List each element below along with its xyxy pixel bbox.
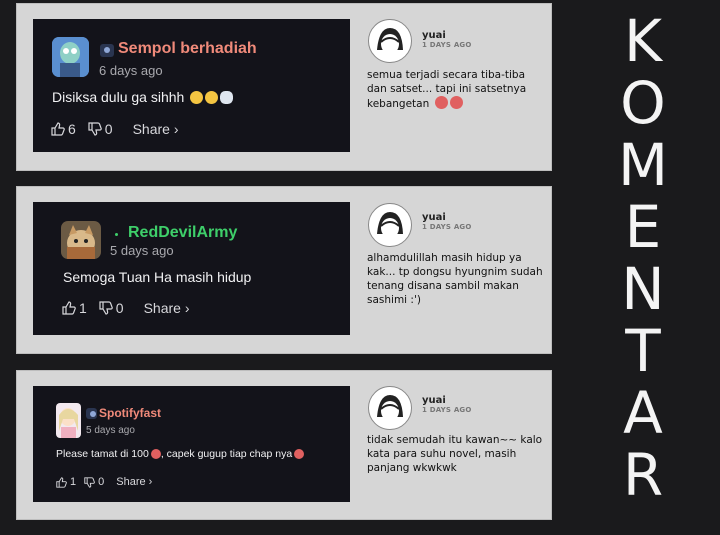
timestamp: 5 days ago [86,425,135,436]
sleepy-emoji-icon [190,91,204,104]
comment-panel-2: RedDevilArmy 5 days ago Semoga Tuan Ha m… [16,186,552,354]
dislike-count: 0 [98,476,105,488]
comment-card: Spotifyfast 5 days ago Please tamat di 1… [33,386,350,502]
crying-emoji-icon [449,96,463,109]
thumbs-down-icon [88,122,102,136]
side-title-letter: M [617,131,669,199]
comment-text-content: Disiksa dulu ga sihhh [52,89,185,105]
side-title-letter: N [621,255,665,323]
like-button[interactable]: 1 [62,300,87,316]
like-button[interactable]: 6 [51,121,76,137]
side-title-letter: E [624,193,662,261]
crying-emoji-icon [294,449,305,459]
thumbs-up-icon [62,301,76,315]
comment-text-content: Please tamat di 100 [56,448,149,460]
user-badge [86,408,97,419]
dislike-button[interactable]: 0 [88,121,113,137]
avatar[interactable] [52,37,89,77]
user-badge-dot [115,233,118,236]
comment-text: Disiksa dulu ga sihhh [52,89,234,105]
share-button[interactable]: Share › [133,121,179,137]
side-title-letter: T [625,317,661,385]
avatar[interactable] [56,403,81,438]
comment-actions: 1 0 Share › [62,300,190,316]
like-count: 1 [70,476,77,488]
reply-avatar[interactable] [368,386,412,430]
dash-emoji-icon [220,91,234,104]
avatar-image [377,395,403,421]
thumbs-up-icon [56,476,67,488]
comment-actions: 6 0 Share › [51,121,179,137]
surprised-emoji-icon [205,91,219,104]
reply-timestamp: 1 DAYS AGO [422,223,472,231]
comment-text-continued: , capek gugup tiap chap nya [160,448,293,460]
comment-text-content: Semoga Tuan Ha masih hidup [63,269,252,285]
like-count: 6 [68,121,76,137]
author-name[interactable]: Spotifyfast [99,406,161,420]
comment-card: Sempol berhadiah 6 days ago Disiksa dulu… [33,19,350,152]
dislike-button[interactable]: 0 [84,476,104,488]
avatar-image [377,28,403,54]
avatar-image [61,221,101,259]
avatar-image [377,212,403,238]
reply-text: semua terjadi secara tiba-tiba dan satse… [367,68,547,111]
comment-panel-1: Sempol berhadiah 6 days ago Disiksa dulu… [16,3,552,171]
like-count: 1 [79,300,87,316]
avatar-image [52,37,89,77]
side-title-letter: R [622,441,664,509]
crying-emoji-icon [434,96,448,109]
dislike-button[interactable]: 0 [99,300,124,316]
crying-emoji-icon [150,449,161,459]
thumbs-down-icon [84,476,95,488]
side-title-letter: K [623,7,663,75]
author-name[interactable]: RedDevilArmy [128,224,237,242]
like-button[interactable]: 1 [56,476,76,488]
timestamp: 6 days ago [99,63,163,78]
reply-author-name[interactable]: yuai [422,395,446,406]
reply-avatar[interactable] [368,203,412,247]
reply-timestamp: 1 DAYS AGO [422,41,472,49]
comment-panel-3: Spotifyfast 5 days ago Please tamat di 1… [16,370,552,520]
reply-text: tidak semudah itu kawan~~ kalo kata para… [367,433,547,475]
share-button[interactable]: Share › [144,300,190,316]
side-title: K O M E N T A R [598,10,688,506]
comment-text: Semoga Tuan Ha masih hidup [63,269,251,285]
reply-timestamp: 1 DAYS AGO [422,406,472,414]
comment-text: Please tamat di 100 , capek gugup tiap ch… [56,448,305,460]
reply-text-content: tidak semudah itu kawan~~ kalo kata para… [367,434,543,474]
avatar-image [56,403,81,438]
reply-avatar[interactable] [368,19,412,63]
author-name[interactable]: Sempol berhadiah [118,40,257,58]
dislike-count: 0 [104,121,113,137]
timestamp: 5 days ago [110,243,174,258]
thumbs-down-icon [99,301,113,315]
thumbs-up-icon [51,122,65,136]
side-title-letter: O [620,69,666,137]
dislike-count: 0 [115,300,124,316]
reply-text: alhamdulillah masih hidup ya kak... tp d… [367,251,547,307]
avatar[interactable] [61,221,101,259]
reply-author-name[interactable]: yuai [422,30,446,41]
reply-text-content: alhamdulillah masih hidup ya kak... tp d… [367,252,543,306]
reply-author-name[interactable]: yuai [422,212,446,223]
comment-actions: 1 0 Share › [56,476,152,488]
comment-card: RedDevilArmy 5 days ago Semoga Tuan Ha m… [33,202,350,335]
side-title-letter: A [623,379,663,447]
user-badge [100,44,114,57]
share-button[interactable]: Share › [116,476,152,488]
